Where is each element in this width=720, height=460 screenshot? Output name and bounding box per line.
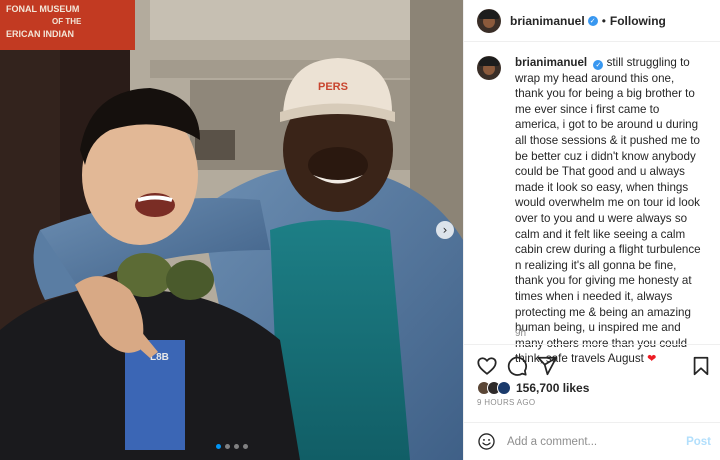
carousel-dots (0, 444, 463, 449)
following-button[interactable]: Following (610, 14, 666, 28)
caption-text: brianimanuel ✓ still struggling to wrap … (515, 55, 705, 367)
verified-badge-icon: ✓ (593, 60, 604, 70)
comment-box: Post (464, 422, 720, 460)
sign-text-3: ERICAN INDIAN (6, 29, 74, 39)
post-header: brianimanuel ✓ • Following (464, 0, 720, 42)
caption-username[interactable]: brianimanuel (515, 56, 587, 69)
post-details-pane: brianimanuel ✓ • Following brianimanuel … (463, 0, 720, 460)
smiley-icon[interactable] (477, 432, 496, 451)
sign-text-1: FONAL MUSEUM (6, 4, 79, 14)
caption: brianimanuel ✓ still struggling to wrap … (477, 55, 713, 367)
avatar[interactable] (477, 8, 501, 33)
sign-text-2: OF THE (52, 17, 82, 26)
caption-time-ago: 9h (515, 328, 527, 339)
liker-avatar (497, 381, 511, 395)
cap-text: PERS (318, 81, 348, 93)
separator-dot: • (601, 13, 606, 28)
paper-plane-icon[interactable] (536, 355, 558, 377)
likes-count[interactable]: 156,700 likes (516, 381, 589, 395)
caption-avatar[interactable] (477, 56, 501, 80)
caption-body: still struggling to wrap my head around … (515, 56, 701, 366)
heart-icon[interactable] (476, 355, 498, 377)
comment-icon[interactable] (506, 355, 528, 377)
verified-badge-icon: ✓ (587, 15, 598, 26)
post-timestamp: 9 HOURS AGO (477, 398, 536, 407)
post-photo[interactable]: FONAL MUSEUM OF THE ERICAN INDIAN PERS L… (0, 0, 463, 460)
post-button[interactable]: Post (686, 436, 711, 448)
likes-row[interactable]: 156,700 likes (477, 378, 589, 398)
comment-input[interactable] (507, 435, 677, 448)
carousel-dot[interactable] (233, 444, 239, 449)
header-username[interactable]: brianimanuel (510, 14, 585, 28)
carousel-dot[interactable] (224, 444, 230, 449)
carousel-dot[interactable] (242, 444, 248, 449)
photo-illustration: FONAL MUSEUM OF THE ERICAN INDIAN PERS L… (0, 0, 463, 460)
carousel-dot[interactable] (215, 444, 221, 449)
bookmark-icon[interactable] (690, 355, 712, 377)
chevron-right-icon[interactable]: › (436, 221, 454, 239)
